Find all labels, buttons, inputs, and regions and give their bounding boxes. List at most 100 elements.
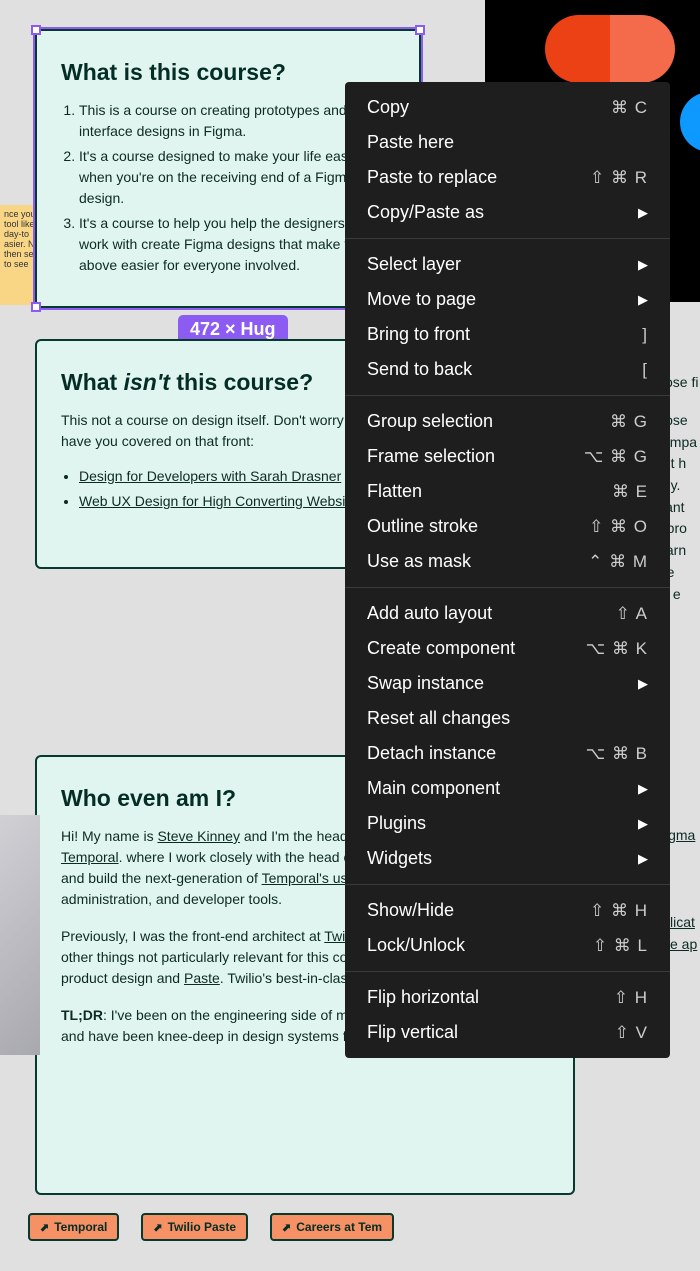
menu-item-label: Flatten	[367, 481, 422, 502]
menu-item-flip-vertical[interactable]: Flip vertical ⇧ V	[345, 1015, 670, 1050]
menu-item-move-to-page[interactable]: Move to page ▶	[345, 282, 670, 317]
menu-item-shortcut: ⌥ ⌘ K	[586, 639, 648, 659]
menu-item-paste-here[interactable]: Paste here	[345, 125, 670, 160]
link-temporal[interactable]: Temporal	[61, 849, 119, 865]
bottom-button-row: ⬈Temporal ⬈Twilio Paste ⬈Careers at Tem	[28, 1213, 394, 1241]
menu-item-shortcut: ⇧ ⌘ L	[593, 936, 648, 956]
menu-item-show-hide[interactable]: Show/Hide ⇧ ⌘ H	[345, 893, 670, 928]
menu-separator	[345, 971, 670, 972]
menu-item-shortcut: ⌘ G	[610, 412, 648, 432]
text-fragment: ose fi	[665, 372, 700, 394]
menu-item-shortcut: ⌘ C	[611, 98, 648, 118]
button-temporal[interactable]: ⬈Temporal	[28, 1213, 119, 1241]
context-menu[interactable]: Copy ⌘ C Paste here Paste to replace ⇧ ⌘ R Co…	[345, 82, 670, 1058]
link-steve-kinney[interactable]: Steve Kinney	[157, 828, 240, 844]
menu-item-label: Use as mask	[367, 551, 471, 572]
menu-item-flatten[interactable]: Flatten ⌘ E	[345, 474, 670, 509]
menu-separator	[345, 587, 670, 588]
text-fragment: licat e ap	[670, 912, 700, 955]
chevron-right-icon: ▶	[638, 781, 648, 797]
menu-item-bring-to-front[interactable]: Bring to front]	[345, 317, 670, 352]
menu-item-label: Swap instance	[367, 673, 484, 694]
link-paste[interactable]: Paste	[184, 970, 220, 986]
menu-item-outline-stroke[interactable]: Outline stroke ⇧ ⌘ O	[345, 509, 670, 544]
menu-item-label: Reset all changes	[367, 708, 510, 729]
menu-item-label: Flip horizontal	[367, 987, 479, 1008]
menu-item-shortcut: ⌃ ⌘ M	[588, 552, 648, 572]
menu-item-copy-paste-as[interactable]: Copy/Paste as▶	[345, 195, 670, 230]
menu-item-shortcut: ⌥ ⌘ G	[584, 447, 648, 467]
menu-item-shortcut: ]	[642, 325, 648, 345]
menu-item-shortcut: ⇧ A	[616, 604, 648, 624]
menu-item-label: Add auto layout	[367, 603, 492, 624]
pill-shape	[545, 15, 675, 83]
menu-item-widgets[interactable]: Widgets ▶	[345, 841, 670, 876]
menu-item-add-auto-layout[interactable]: Add auto layout ⇧ A	[345, 596, 670, 631]
menu-item-label: Copy	[367, 97, 409, 118]
menu-item-label: Create component	[367, 638, 515, 659]
menu-item-label: Outline stroke	[367, 516, 478, 537]
profile-photo[interactable]	[0, 815, 40, 1055]
menu-item-swap-instance[interactable]: Swap instance ▶	[345, 666, 670, 701]
menu-item-lock-unlock[interactable]: Lock/Unlock ⇧ ⌘ L	[345, 928, 670, 963]
selection-handle-tl[interactable]	[31, 25, 41, 35]
menu-item-label: Lock/Unlock	[367, 935, 465, 956]
menu-item-label: Flip vertical	[367, 1022, 458, 1043]
menu-item-plugins[interactable]: Plugins ▶	[345, 806, 670, 841]
menu-item-shortcut: ⇧ ⌘ H	[590, 901, 648, 921]
menu-item-label: Widgets	[367, 848, 432, 869]
menu-item-reset-all-changes[interactable]: Reset all changes	[345, 701, 670, 736]
menu-item-label: Group selection	[367, 411, 493, 432]
menu-item-shortcut: ⌘ E	[612, 482, 648, 502]
chevron-right-icon: ▶	[638, 676, 648, 692]
menu-separator	[345, 884, 670, 885]
card1-title: What is this course?	[61, 59, 395, 86]
button-careers[interactable]: ⬈Careers at Tem	[270, 1213, 394, 1241]
selection-handle-tr[interactable]	[415, 25, 425, 35]
menu-item-label: Detach instance	[367, 743, 496, 764]
menu-item-label: Bring to front	[367, 324, 470, 345]
external-link-icon: ⬈	[153, 1221, 162, 1234]
menu-separator	[345, 395, 670, 396]
text-fragment: igma	[665, 825, 700, 847]
menu-item-label: Move to page	[367, 289, 476, 310]
button-twilio-paste[interactable]: ⬈Twilio Paste	[141, 1213, 248, 1241]
menu-item-label: Paste here	[367, 132, 454, 153]
menu-item-main-component[interactable]: Main component ▶	[345, 771, 670, 806]
menu-item-create-component[interactable]: Create component ⌥ ⌘ K	[345, 631, 670, 666]
external-link-icon: ⬈	[282, 1221, 291, 1234]
menu-item-label: Send to back	[367, 359, 472, 380]
menu-item-shortcut: ⇧ ⌘ R	[590, 168, 648, 188]
chevron-right-icon: ▶	[638, 257, 648, 273]
menu-item-shortcut: ⇧ V	[615, 1023, 648, 1043]
chevron-right-icon: ▶	[638, 816, 648, 832]
link-web-ux[interactable]: Web UX Design for High Converting Websit…	[79, 493, 364, 509]
menu-item-frame-selection[interactable]: Frame selection ⌥ ⌘ G	[345, 439, 670, 474]
menu-item-copy[interactable]: Copy ⌘ C	[345, 90, 670, 125]
selection-handle-bl[interactable]	[31, 302, 41, 312]
link-design-developers[interactable]: Design for Developers with Sarah Drasner	[79, 468, 341, 484]
menu-item-label: Main component	[367, 778, 500, 799]
menu-item-label: Select layer	[367, 254, 461, 275]
menu-item-shortcut: ⌥ ⌘ B	[586, 744, 648, 764]
menu-item-select-layer[interactable]: Select layer ▶	[345, 247, 670, 282]
chevron-right-icon: ▶	[638, 292, 648, 308]
menu-item-flip-horizontal[interactable]: Flip horizontal ⇧ H	[345, 980, 670, 1015]
menu-item-shortcut: ⇧ H	[614, 988, 648, 1008]
menu-item-detach-instance[interactable]: Detach instance ⌥ ⌘ B	[345, 736, 670, 771]
menu-item-label: Show/Hide	[367, 900, 454, 921]
menu-item-paste-to-replace[interactable]: Paste to replace ⇧ ⌘ R	[345, 160, 670, 195]
external-link-icon: ⬈	[40, 1221, 49, 1234]
menu-item-group-selection[interactable]: Group selection ⌘ G	[345, 404, 670, 439]
menu-separator	[345, 238, 670, 239]
menu-item-shortcut: [	[642, 360, 648, 380]
menu-item-label: Frame selection	[367, 446, 495, 467]
menu-item-send-to-back[interactable]: Send to back [	[345, 352, 670, 387]
menu-item-use-as-mask[interactable]: Use as mask ⌃ ⌘ M	[345, 544, 670, 579]
menu-item-label: Copy/Paste as	[367, 202, 484, 223]
menu-item-shortcut: ⇧ ⌘ O	[589, 517, 648, 537]
chevron-right-icon: ▶	[638, 851, 648, 867]
menu-item-label: Paste to replace	[367, 167, 497, 188]
figma-canvas[interactable]: nce you tool like day-to asier. No then …	[0, 0, 700, 1271]
menu-item-label: Plugins	[367, 813, 426, 834]
